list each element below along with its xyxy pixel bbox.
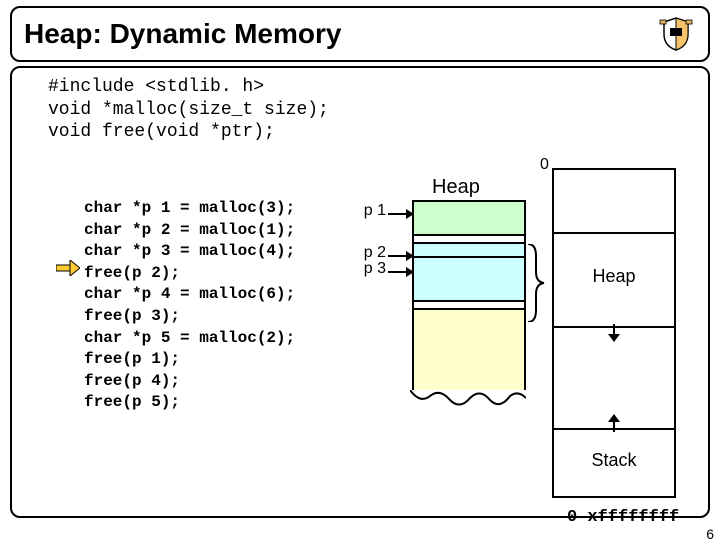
- address-max-label: 0 xffffffff: [567, 508, 679, 527]
- ptr-p1-label: p 1: [346, 202, 386, 220]
- pointer-arrow-icon: [56, 260, 80, 276]
- title-bar: Heap: Dynamic Memory: [10, 6, 710, 62]
- heap-block-p3: [414, 258, 524, 302]
- crest-icon: [656, 14, 696, 54]
- code-block: char *p 1 = malloc(3); char *p 2 = mallo…: [84, 198, 295, 414]
- memory-map-column: Heap Stack: [552, 168, 676, 498]
- mem-seg-top: [554, 170, 674, 234]
- heap-block-p1: [414, 202, 524, 236]
- mem-heap-label: Heap: [554, 234, 674, 287]
- arrow-right-icon: [388, 267, 414, 277]
- heap-diagram: 0 Heap p 1 p 2 p 3: [352, 168, 692, 498]
- brace-icon: [526, 244, 546, 322]
- content-frame: #include <stdlib. h> void *malloc(size_t…: [10, 66, 710, 518]
- heap-gap: [414, 236, 524, 244]
- page-title: Heap: Dynamic Memory: [24, 18, 341, 50]
- heap-column: [412, 200, 526, 390]
- arrow-right-icon: [388, 251, 414, 261]
- heap-gap: [414, 302, 524, 310]
- heap-block-p2: [414, 244, 524, 258]
- address-zero-label: 0: [540, 156, 549, 174]
- ptr-p3-label: p 3: [346, 260, 386, 278]
- heap-block-free: [414, 310, 524, 390]
- torn-edge-icon: [410, 390, 526, 412]
- mem-stack-label: Stack: [554, 430, 674, 471]
- mem-seg-heap: Heap: [554, 234, 674, 328]
- arrow-right-icon: [388, 209, 414, 219]
- mem-seg-stack: Stack: [554, 430, 674, 498]
- heap-title: Heap: [432, 176, 480, 199]
- includes-code: #include <stdlib. h> void *malloc(size_t…: [48, 76, 329, 144]
- arrow-up-icon: [608, 414, 620, 432]
